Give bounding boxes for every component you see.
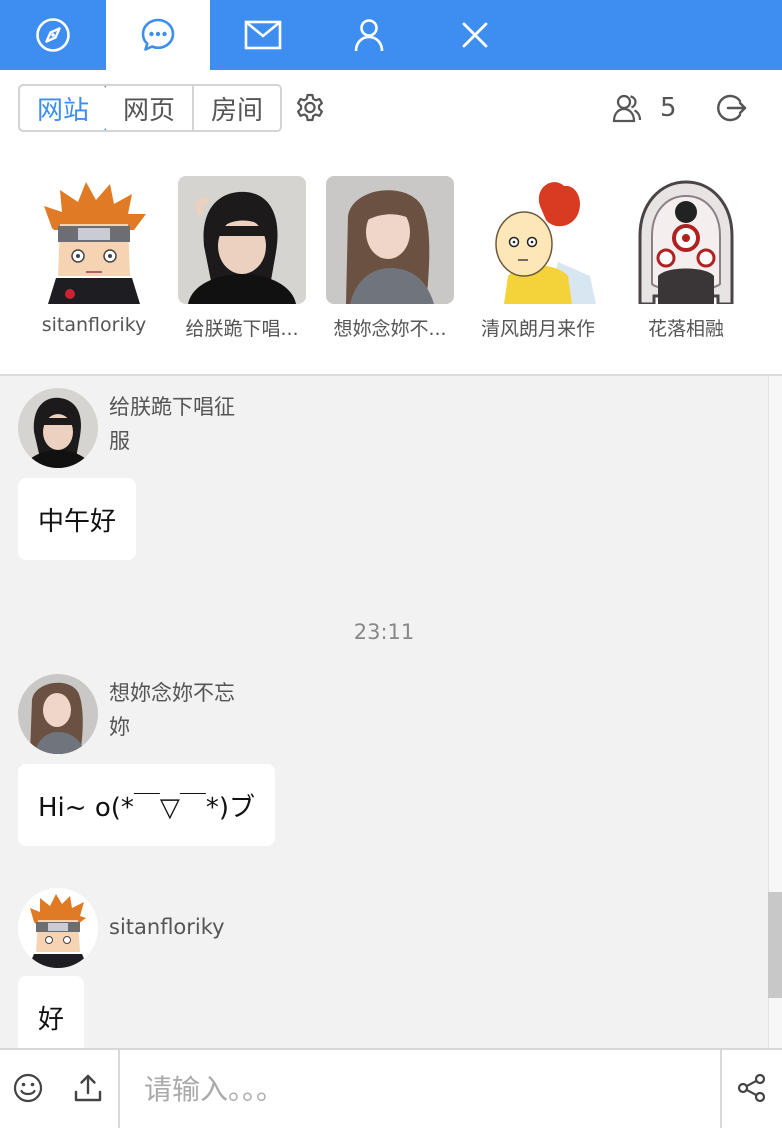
share-icon[interactable] [736, 1072, 768, 1104]
avatar [622, 176, 750, 304]
tab-profile[interactable] [316, 0, 422, 70]
chat-message: 给朕跪下唱征服 中午好 [18, 388, 235, 560]
tab-discover[interactable] [0, 0, 106, 70]
message-author: sitanfloriky [109, 915, 225, 939]
chat-message: sitanfloriky 好 [18, 888, 225, 1048]
saitama-avatar-image [474, 176, 602, 304]
online-user-name: 想妳念妳不... [333, 318, 447, 340]
avatar [178, 176, 306, 304]
tab-chat[interactable] [106, 0, 210, 70]
online-count-value: 5 [660, 93, 677, 123]
online-user-name: 清风朗月来作 [480, 318, 595, 340]
online-user[interactable]: 给朕跪下唱... [167, 176, 317, 341]
close-icon [462, 22, 488, 48]
online-users-strip: sitanfloriky 给朕跪下唱... 想妳念妳不... 清风朗月来作 花落… [0, 146, 782, 374]
logout-icon[interactable] [716, 92, 748, 124]
avatar[interactable] [18, 388, 98, 468]
mail-icon [244, 20, 282, 50]
users-icon [612, 94, 642, 123]
chat-messages[interactable]: 给朕跪下唱征服 中午好 23:11 想妳念妳不忘妳 Hi~ o(*￣▽￣*)ブ [0, 376, 768, 1048]
message-input[interactable] [118, 1050, 722, 1128]
message-input-bar [0, 1048, 782, 1128]
message-bubble: 好 [18, 976, 85, 1048]
online-user[interactable]: 花落相融 [611, 176, 761, 341]
online-user-name: sitanfloriky [41, 314, 147, 336]
girl-long-hair-avatar-image [326, 176, 454, 304]
avatar[interactable] [18, 674, 98, 754]
chat-bubble-icon [141, 18, 175, 51]
gear-icon[interactable] [294, 92, 326, 124]
segment-site[interactable]: 网站 [20, 86, 108, 130]
chat-scrollbar-thumb[interactable] [768, 892, 782, 998]
avatar [30, 176, 158, 304]
upload-icon[interactable] [72, 1072, 104, 1104]
scope-segmented-control: 网站 网页 房间 [18, 84, 282, 132]
segment-page[interactable]: 网页 [106, 86, 194, 130]
online-users-count[interactable]: 5 [612, 92, 677, 124]
message-author: 给朕跪下唱征服 [109, 395, 235, 453]
rinnegan-avatar-image [622, 176, 750, 304]
emoji-icon[interactable] [12, 1072, 44, 1104]
pain-avatar [18, 888, 98, 968]
compass-icon [36, 18, 70, 52]
message-bubble: 中午好 [18, 478, 137, 560]
pain-avatar-image [30, 176, 158, 304]
toolbar: 网站 网页 房间 5 [0, 70, 782, 146]
top-tab-bar [0, 0, 782, 70]
online-user-name: 给朕跪下唱... [185, 318, 299, 340]
girl-short-hair-avatar [18, 388, 98, 468]
chat-message: 想妳念妳不忘妳 Hi~ o(*￣▽￣*)ブ [18, 674, 276, 846]
online-user-name: 花落相融 [647, 318, 724, 340]
online-user[interactable]: sitanfloriky [19, 176, 169, 336]
message-timestamp: 23:11 [353, 620, 415, 644]
online-user[interactable]: 清风朗月来作 [463, 176, 613, 341]
avatar [474, 176, 602, 304]
avatar[interactable] [18, 888, 98, 968]
tab-mail[interactable] [210, 0, 316, 70]
user-icon [354, 19, 384, 52]
segment-room[interactable]: 房间 [194, 86, 280, 130]
girl-long-hair-avatar [18, 674, 98, 754]
avatar [326, 176, 454, 304]
girl-short-hair-avatar-image [178, 176, 306, 304]
message-author: 想妳念妳不忘妳 [109, 681, 235, 739]
message-bubble: Hi~ o(*￣▽￣*)ブ [18, 764, 276, 846]
online-user[interactable]: 想妳念妳不... [315, 176, 465, 341]
tab-close[interactable] [422, 0, 528, 70]
